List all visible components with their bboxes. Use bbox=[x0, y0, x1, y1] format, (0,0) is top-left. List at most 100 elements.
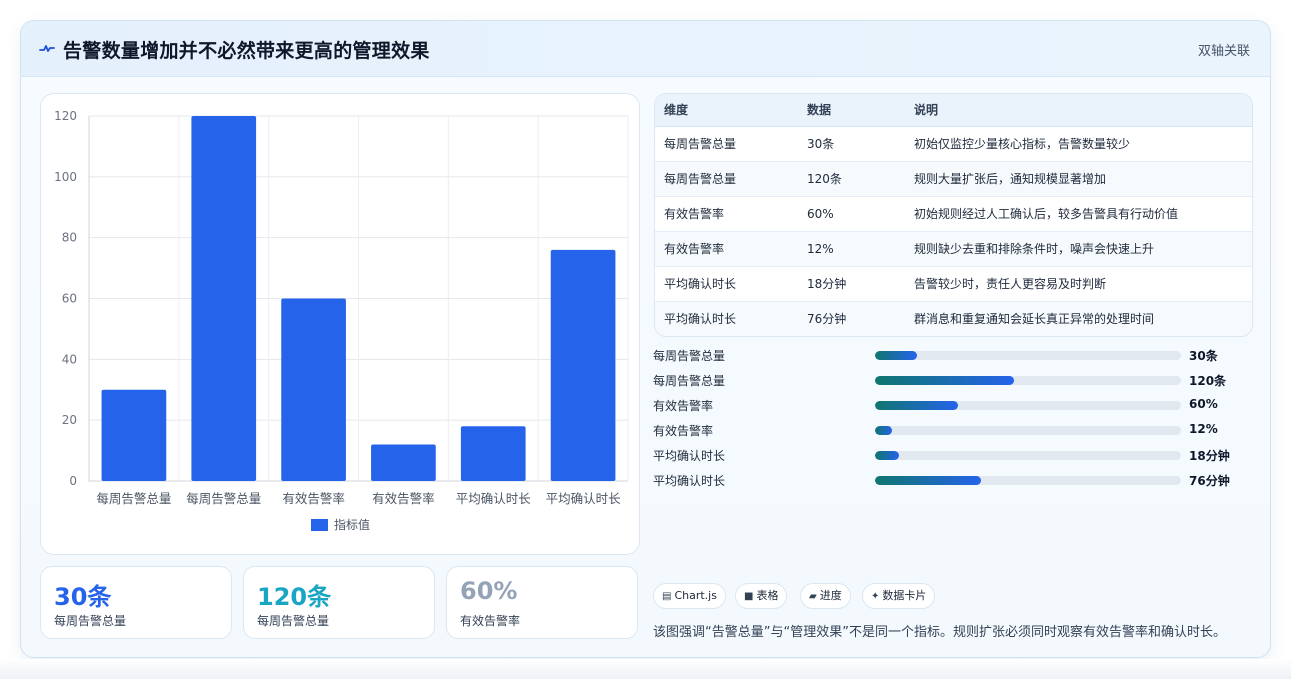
table-row: 有效告警率 60% 初始规则经过人工确认后，较多告警具有行动价值 bbox=[655, 197, 1252, 232]
x-tick-label: 平均确认时长 bbox=[546, 491, 622, 506]
chip-label: 进度 bbox=[819, 589, 842, 602]
chart-icon: ▤ bbox=[662, 591, 672, 602]
progress-value: 12% bbox=[1189, 422, 1218, 436]
progress-track bbox=[875, 351, 1181, 360]
progress-fill bbox=[875, 451, 900, 460]
progress-track bbox=[875, 426, 1181, 435]
x-tick-label: 有效告警率 bbox=[282, 491, 345, 506]
progress-label: 有效告警率 bbox=[653, 399, 714, 413]
bar bbox=[281, 298, 346, 481]
progress-fill bbox=[875, 376, 1015, 385]
progress-label: 平均确认时长 bbox=[653, 474, 726, 488]
progress-row: 每周告警总量 30条 bbox=[653, 345, 1253, 365]
bar bbox=[371, 444, 436, 481]
table-cell: 每周告警总量 bbox=[664, 137, 737, 151]
table-cell: 60% bbox=[807, 207, 834, 221]
table-row: 有效告警率 12% 规则缺少去重和排除条件时，噪声会快速上升 bbox=[655, 232, 1252, 267]
table-cell: 群消息和重复通知会延长真正异常的处理时间 bbox=[914, 312, 1155, 326]
y-tick-label: 60 bbox=[62, 292, 77, 306]
progress-value: 60% bbox=[1189, 397, 1218, 411]
table-row: 平均确认时长 18分钟 告警较少时，责任人更容易及时判断 bbox=[655, 267, 1252, 302]
progress-value: 120条 bbox=[1189, 374, 1227, 388]
bar bbox=[191, 116, 257, 481]
table-icon: ■ bbox=[744, 591, 754, 602]
chip-data-card[interactable]: ✦ 数据卡片 bbox=[862, 583, 936, 609]
progress-track bbox=[875, 451, 1181, 460]
progress-fill bbox=[875, 476, 981, 485]
progress-label: 有效告警率 bbox=[653, 424, 714, 438]
stat-card: 120条 每周告警总量 bbox=[243, 566, 435, 639]
table-cell: 告警较少时，责任人更容易及时判断 bbox=[914, 277, 1107, 291]
table-cell: 120条 bbox=[807, 172, 842, 186]
dashboard-card: 告警数量增加并不必然带来更高的管理效果 双轴关联 0 20 40 60 80 100 120… bbox=[20, 20, 1271, 658]
table-cell: 有效告警率 bbox=[664, 207, 725, 221]
stat-value: 120条 bbox=[257, 583, 332, 611]
stat-value: 60% bbox=[460, 577, 518, 605]
chip-progress[interactable]: ▰ 进度 bbox=[800, 583, 851, 609]
table-cell: 30条 bbox=[807, 137, 835, 151]
chip-label: 数据卡片 bbox=[882, 589, 927, 602]
footnote: 该图强调“告警总量”与“管理效果”不是同一个指标。规则扩张必须同时观察有效告警率… bbox=[653, 625, 1226, 640]
table-header-cell: 说明 bbox=[914, 103, 939, 117]
x-tick-label: 平均确认时长 bbox=[456, 491, 532, 506]
page-bottom-shade bbox=[0, 659, 1291, 679]
y-tick-label: 0 bbox=[69, 474, 77, 488]
stat-label: 每周告警总量 bbox=[54, 614, 127, 628]
bar-chart: 0 20 40 60 80 100 120 每周告警总量 每周告警总量 有效告警率 有效告警率 平均确… bbox=[40, 93, 640, 555]
bar bbox=[460, 426, 526, 481]
card-header: 告警数量增加并不必然带来更高的管理效果 双轴关联 bbox=[21, 21, 1270, 77]
progress-row: 平均确认时长 76分钟 bbox=[653, 470, 1253, 490]
table-row: 平均确认时长 76分钟 群消息和重复通知会延长真正异常的处理时间 bbox=[655, 302, 1252, 336]
pulse-icon bbox=[39, 45, 55, 52]
progress-fill bbox=[875, 401, 958, 410]
progress-row: 每周告警总量 120条 bbox=[653, 370, 1253, 390]
x-tick-label: 每周告警总量 bbox=[186, 491, 261, 506]
stat-label: 有效告警率 bbox=[460, 614, 521, 628]
y-tick-label: 80 bbox=[62, 231, 77, 245]
dual-axis-label[interactable]: 双轴关联 bbox=[1198, 40, 1250, 59]
table-row: 每周告警总量 30条 初始仅监控少量核心指标，告警数量较少 bbox=[655, 127, 1252, 162]
table-header-row: 维度 数据 说明 bbox=[655, 94, 1252, 127]
progress-value: 18分钟 bbox=[1189, 449, 1230, 463]
progress-row: 平均确认时长 18分钟 bbox=[653, 445, 1253, 465]
chip-label: 表格 bbox=[756, 589, 779, 602]
progress-fill bbox=[875, 351, 917, 360]
table-cell: 有效告警率 bbox=[664, 242, 725, 256]
table-cell: 76分钟 bbox=[807, 312, 847, 326]
table-cell: 初始规则经过人工确认后，较多告警具有行动价值 bbox=[914, 207, 1179, 221]
x-tick-label: 有效告警率 bbox=[372, 491, 435, 506]
progress-track bbox=[875, 401, 1181, 410]
stat-card: 60% 有效告警率 bbox=[446, 566, 638, 639]
table-cell: 初始仅监控少量核心指标，告警数量较少 bbox=[914, 137, 1131, 151]
chip-label: Chart.js bbox=[674, 589, 717, 602]
table-header-cell: 数据 bbox=[807, 103, 832, 117]
table-row: 每周告警总量 120条 规则大量扩张后，通知规模显著增加 bbox=[655, 162, 1252, 197]
progress-row: 有效告警率 60% bbox=[653, 395, 1253, 415]
table-cell: 18分钟 bbox=[807, 277, 847, 291]
page-title: 告警数量增加并不必然带来更高的管理效果 bbox=[63, 40, 430, 62]
stat-card: 30条 每周告警总量 bbox=[40, 566, 232, 639]
progress-value: 30条 bbox=[1189, 349, 1218, 363]
data-table: 维度 数据 说明 每周告警总量 30条 初始仅监控少量核心指标，告警数量较少 每… bbox=[654, 93, 1253, 337]
progress-label: 每周告警总量 bbox=[653, 374, 726, 388]
progress-track bbox=[875, 376, 1181, 385]
y-tick-label: 40 bbox=[62, 352, 77, 366]
table-header-cell: 维度 bbox=[664, 103, 689, 117]
bar bbox=[550, 249, 616, 481]
table-cell: 12% bbox=[807, 242, 834, 256]
chip-table[interactable]: ■ 表格 bbox=[735, 583, 788, 609]
table-cell: 规则缺少去重和排除条件时，噪声会快速上升 bbox=[914, 242, 1155, 256]
chip-chartjs[interactable]: ▤ Chart.js bbox=[653, 583, 726, 609]
progress-label: 平均确认时长 bbox=[653, 449, 726, 463]
bar bbox=[101, 389, 167, 481]
x-tick-label: 每周告警总量 bbox=[96, 491, 171, 506]
stat-value: 30条 bbox=[54, 583, 112, 611]
progress-row: 有效告警率 12% bbox=[653, 420, 1253, 440]
bar-chart-svg: 0 20 40 60 80 100 120 每周告警总量 每周告警总量 有效告警率 有效告警率 平均确… bbox=[54, 109, 629, 532]
progress-track bbox=[875, 476, 1181, 485]
progress-icon: ▰ bbox=[809, 591, 817, 602]
table-cell: 平均确认时长 bbox=[664, 277, 737, 291]
legend-label: 指标值 bbox=[334, 517, 370, 532]
progress-fill bbox=[875, 426, 892, 435]
y-tick-label: 100 bbox=[54, 170, 77, 184]
